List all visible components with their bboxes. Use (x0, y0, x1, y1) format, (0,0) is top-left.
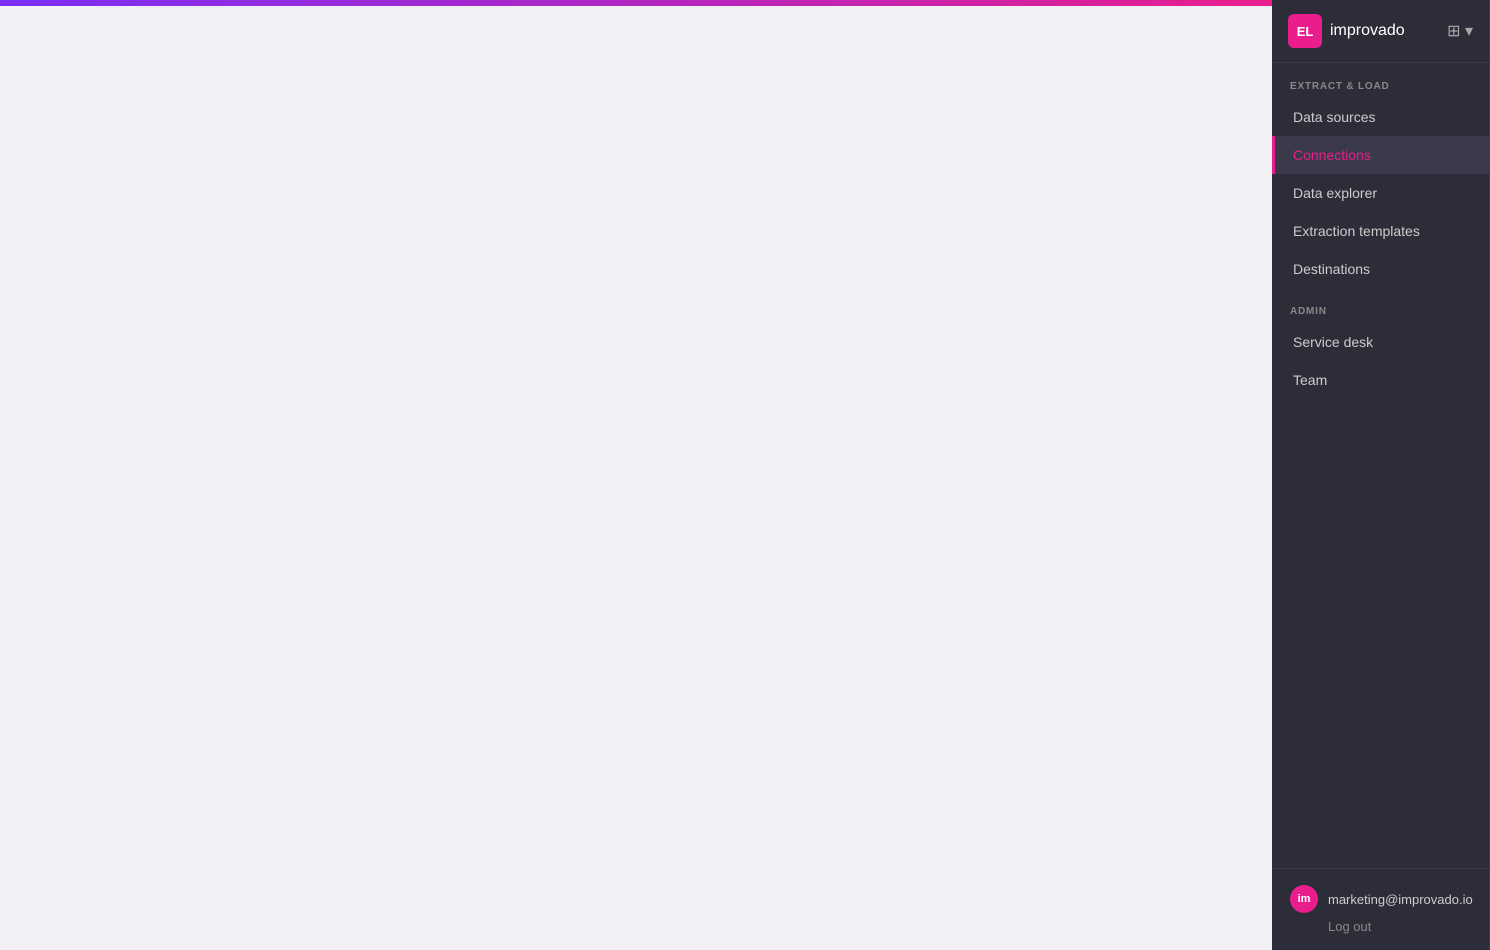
grid-icon[interactable]: ⊞ ▾ (1447, 21, 1473, 41)
sidebar-item-destinations[interactable]: Destinations (1272, 250, 1489, 288)
sidebar-item-data-explorer[interactable]: Data explorer (1272, 174, 1489, 212)
sidebar-item-label: Data explorer (1293, 185, 1377, 201)
logo-badge: EL (1288, 14, 1322, 48)
sidebar-item-label: Destinations (1293, 261, 1370, 277)
top-bar (0, 0, 1272, 6)
sidebar-section-label-admin: ADMIN (1272, 288, 1489, 323)
sidebar-item-data-sources[interactable]: Data sources (1272, 98, 1489, 136)
sidebar-section-extract: EXTRACT & LOAD Data sources Connections … (1272, 63, 1489, 288)
sidebar-item-label: Extraction templates (1293, 223, 1420, 239)
sidebar-header: EL improvado ⊞ ▾ (1272, 0, 1489, 63)
avatar: im (1290, 885, 1318, 913)
sidebar-item-team[interactable]: Team (1272, 361, 1489, 399)
footer-user: im marketing@improvado.io (1290, 885, 1471, 913)
logo-name: improvado (1330, 22, 1405, 40)
sidebar-section-admin: ADMIN Service desk Team (1272, 288, 1489, 399)
sidebar-item-connections[interactable]: Connections (1272, 136, 1489, 174)
footer-email: marketing@improvado.io (1328, 892, 1473, 907)
sidebar-section-label-extract: EXTRACT & LOAD (1272, 63, 1489, 98)
sidebar: EL improvado ⊞ ▾ EXTRACT & LOAD Data sou… (1272, 0, 1490, 950)
sidebar-item-label: Data sources (1293, 109, 1375, 125)
logout-button[interactable]: Log out (1290, 919, 1471, 934)
sidebar-item-label: Team (1293, 372, 1327, 388)
sidebar-item-extraction-templates[interactable]: Extraction templates (1272, 212, 1489, 250)
sidebar-item-service-desk[interactable]: Service desk (1272, 323, 1489, 361)
sidebar-item-label: Connections (1293, 147, 1371, 163)
sidebar-footer: im marketing@improvado.io Log out (1272, 868, 1489, 950)
sidebar-item-label: Service desk (1293, 334, 1373, 350)
